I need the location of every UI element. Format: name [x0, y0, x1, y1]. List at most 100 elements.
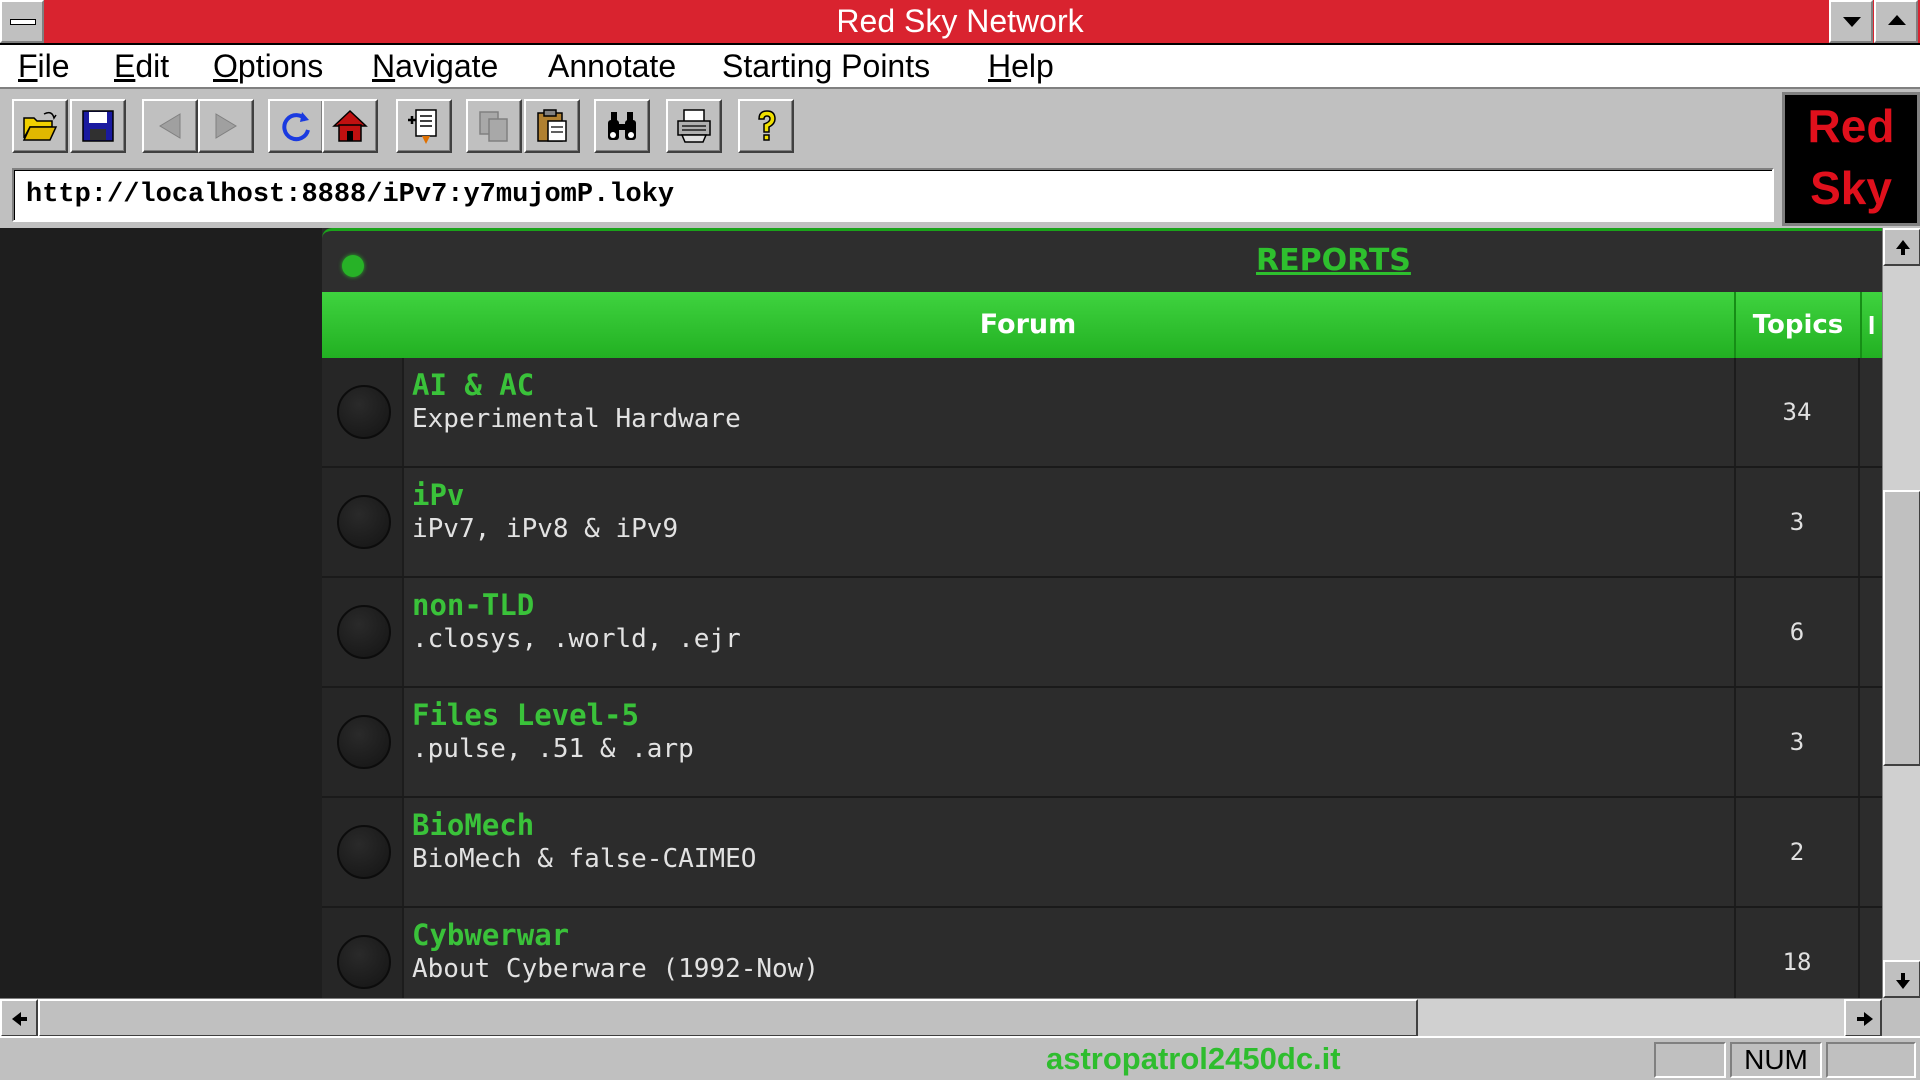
help-icon — [758, 110, 776, 141]
arrow-down-icon — [1896, 973, 1910, 989]
menu-starting-points[interactable]: Starting Points — [722, 45, 930, 87]
arrow-right-icon — [1857, 1012, 1873, 1026]
forward-icon — [215, 113, 237, 139]
forum-topics-count: 3 — [1734, 468, 1860, 576]
menu-file-mnemonic: F — [18, 48, 38, 84]
forum-row: non-TLD .closys, .world, .ejr 6 — [322, 578, 1882, 688]
red-sky-logo: Red Sky — [1782, 92, 1920, 226]
menu-edit-label: dit — [135, 48, 170, 84]
scroll-left-button[interactable] — [0, 999, 38, 1037]
forum-name-link[interactable]: iPv — [412, 478, 464, 512]
forward-button[interactable] — [198, 99, 254, 153]
menu-help-label: elp — [1011, 48, 1054, 84]
forum-description: .closys, .world, .ejr — [412, 624, 741, 654]
status-panel — [1826, 1042, 1916, 1078]
status-text: astropatrol2450dc.it — [1046, 1041, 1341, 1076]
forum-name-link[interactable]: non-TLD — [412, 588, 534, 622]
reports-header: REPORTS — [322, 228, 1882, 292]
status-panel — [1654, 1042, 1726, 1078]
forum-status-cell — [322, 908, 404, 998]
menu-file[interactable]: File — [18, 45, 70, 87]
home-button[interactable] — [322, 99, 378, 153]
menu-options-label: ptions — [237, 48, 324, 84]
forum-name-link[interactable]: AI & AC — [412, 368, 534, 402]
column-divider — [1860, 292, 1862, 358]
num-lock-indicator: NUM — [1730, 1042, 1822, 1078]
save-button[interactable] — [70, 99, 126, 153]
arrow-left-icon — [12, 1012, 27, 1026]
forum-description: About Cyberware (1992-Now) — [412, 954, 819, 984]
scroll-down-button[interactable] — [1883, 960, 1920, 998]
forum-row: AI & AC Experimental Hardware 34 — [322, 358, 1882, 468]
forum-topics-count: 6 — [1734, 578, 1860, 686]
print-icon — [677, 109, 711, 143]
minimize-button[interactable] — [1829, 0, 1873, 43]
window-title: Red Sky Network — [836, 3, 1084, 39]
help-button[interactable] — [738, 99, 794, 153]
toolbar — [0, 89, 1780, 161]
open-button[interactable] — [12, 99, 68, 153]
home-icon — [332, 109, 368, 142]
maximize-icon — [1888, 15, 1906, 25]
horizontal-scrollbar[interactable] — [0, 998, 1882, 1037]
find-button[interactable] — [594, 99, 650, 153]
minimize-icon — [1843, 17, 1861, 27]
forum-description: iPv7, iPv8 & iPv9 — [412, 514, 679, 544]
forum-name-link[interactable]: Cybwerwar — [412, 918, 569, 952]
maximize-button[interactable] — [1874, 0, 1918, 43]
menu-edit[interactable]: Edit — [114, 45, 169, 87]
menu-annotate[interactable]: Annotate — [548, 45, 676, 87]
horizontal-scroll-thumb[interactable] — [38, 999, 1418, 1037]
forum-status-cell — [322, 688, 404, 796]
reports-panel: REPORTS Forum Topics I AI & AC Experimen… — [322, 228, 1882, 998]
vertical-scroll-thumb[interactable] — [1883, 490, 1920, 766]
menu-annotate-label: Annotate — [548, 48, 677, 84]
forum-row: Files Level-5 .pulse, .51 & .arp 3 — [322, 688, 1882, 798]
menu-navigate[interactable]: Navigate — [372, 45, 498, 87]
menu-navigate-mnemonic: N — [372, 48, 396, 84]
forum-description: Experimental Hardware — [412, 404, 741, 434]
scroll-up-button[interactable] — [1883, 228, 1920, 266]
forum-row: Cybwerwar About Cyberware (1992-Now) 18 — [322, 908, 1882, 998]
forum-description: .pulse, .51 & .arp — [412, 734, 694, 764]
arrow-up-icon — [1896, 240, 1910, 255]
address-field[interactable]: http://localhost:8888/iPv7:y7mujomP.loky — [12, 168, 1774, 222]
forum-status-icon — [337, 495, 391, 549]
vertical-scrollbar[interactable] — [1882, 228, 1920, 998]
scrollbar-corner — [1882, 998, 1920, 1036]
reports-title-link[interactable]: REPORTS — [1256, 243, 1411, 278]
column-header-truncated: I — [1868, 310, 1876, 340]
save-icon — [82, 110, 114, 142]
menu-help[interactable]: Help — [988, 45, 1054, 87]
back-button[interactable] — [142, 99, 198, 153]
reload-button[interactable] — [268, 99, 324, 153]
forum-name-link[interactable]: BioMech — [412, 808, 534, 842]
paste-button[interactable] — [524, 99, 580, 153]
forum-status-icon — [337, 715, 391, 769]
add-hotlist-button[interactable] — [396, 99, 452, 153]
copy-button[interactable] — [466, 99, 522, 153]
forum-row: iPv iPv7, iPv8 & iPv9 3 — [322, 468, 1882, 578]
menu-starting-points-label: Starting Points — [722, 48, 931, 84]
status-dot-icon — [342, 255, 364, 277]
scroll-right-button[interactable] — [1844, 999, 1882, 1037]
logo-line-2: Sky — [1810, 162, 1892, 214]
menu-options-mnemonic: O — [213, 48, 238, 84]
open-icon — [22, 111, 58, 141]
back-icon — [159, 113, 181, 139]
forum-status-icon — [337, 605, 391, 659]
forum-status-cell — [322, 798, 404, 906]
print-button[interactable] — [666, 99, 722, 153]
copy-icon — [479, 111, 508, 142]
logo-line-1: Red — [1807, 100, 1895, 152]
reload-icon — [282, 112, 310, 142]
forum-status-icon — [337, 935, 391, 989]
menu-options[interactable]: Options — [213, 45, 323, 87]
menu-navigate-label: avigate — [395, 48, 499, 84]
forum-status-cell — [322, 358, 404, 466]
column-header-forum: Forum — [979, 309, 1077, 340]
menu-edit-mnemonic: E — [114, 48, 136, 84]
page-content: REPORTS Forum Topics I AI & AC Experimen… — [0, 228, 1882, 998]
forum-name-link[interactable]: Files Level-5 — [412, 698, 639, 732]
menu-bar: File Edit Options Navigate Annotate Star… — [0, 45, 1920, 89]
